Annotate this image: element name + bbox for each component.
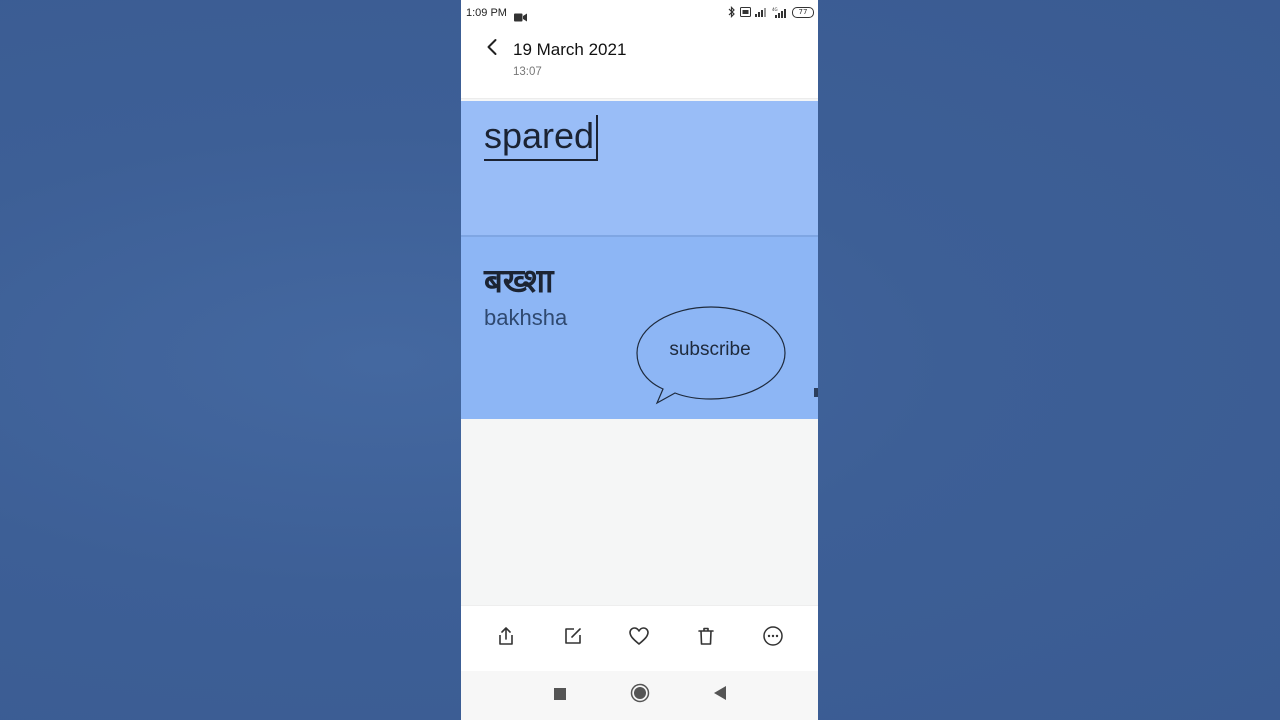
nav-back-button[interactable] <box>707 683 733 709</box>
signal-icon <box>755 7 768 17</box>
english-word-card: spared <box>461 101 818 235</box>
page-title: 19 March 2021 <box>513 40 627 59</box>
home-circle-icon <box>630 683 650 708</box>
navigation-bar <box>461 671 818 720</box>
svg-text:4G: 4G <box>772 7 778 12</box>
more-icon <box>762 625 784 652</box>
edit-icon <box>563 626 583 651</box>
video-camera-icon <box>514 9 527 27</box>
back-triangle-icon <box>713 686 726 705</box>
favorite-button[interactable] <box>622 622 656 656</box>
recents-square-icon <box>553 687 566 705</box>
volte-icon <box>740 7 751 17</box>
signal-4g-icon: 4G <box>772 7 788 18</box>
page-subtitle: 13:07 <box>513 66 542 78</box>
status-time: 1:09 PM <box>466 7 507 19</box>
home-button[interactable] <box>627 683 653 709</box>
status-bar: 1:09 PM 4G 77 <box>461 0 818 28</box>
share-icon <box>496 626 516 651</box>
battery-icon: 77 <box>792 6 814 18</box>
back-button[interactable] <box>481 38 503 60</box>
delete-button[interactable] <box>689 622 723 656</box>
subscribe-speech-bubble: subscribe <box>635 305 787 409</box>
share-button[interactable] <box>489 622 523 656</box>
english-word: spared <box>484 115 599 161</box>
subscribe-text: subscribe <box>669 339 751 360</box>
status-icons: 4G 77 <box>728 6 814 18</box>
hindi-word-card: बख्शा bakhsha subscribe <box>461 237 818 419</box>
recents-button[interactable] <box>547 683 573 709</box>
more-button[interactable] <box>756 622 790 656</box>
phone-screen: 1:09 PM 4G 77 19 March 2021 13:07 spared… <box>461 0 818 720</box>
edit-button[interactable] <box>556 622 590 656</box>
transliteration: bakhsha <box>484 305 568 330</box>
photo-toolbar <box>461 605 818 671</box>
trash-icon <box>696 626 716 651</box>
bluetooth-icon <box>728 6 736 18</box>
header: 19 March 2021 13:07 <box>461 28 818 99</box>
heart-icon <box>628 626 650 651</box>
scroll-indicator <box>814 388 818 397</box>
hindi-word: बख्शा <box>484 261 554 300</box>
chevron-left-icon <box>486 38 498 61</box>
